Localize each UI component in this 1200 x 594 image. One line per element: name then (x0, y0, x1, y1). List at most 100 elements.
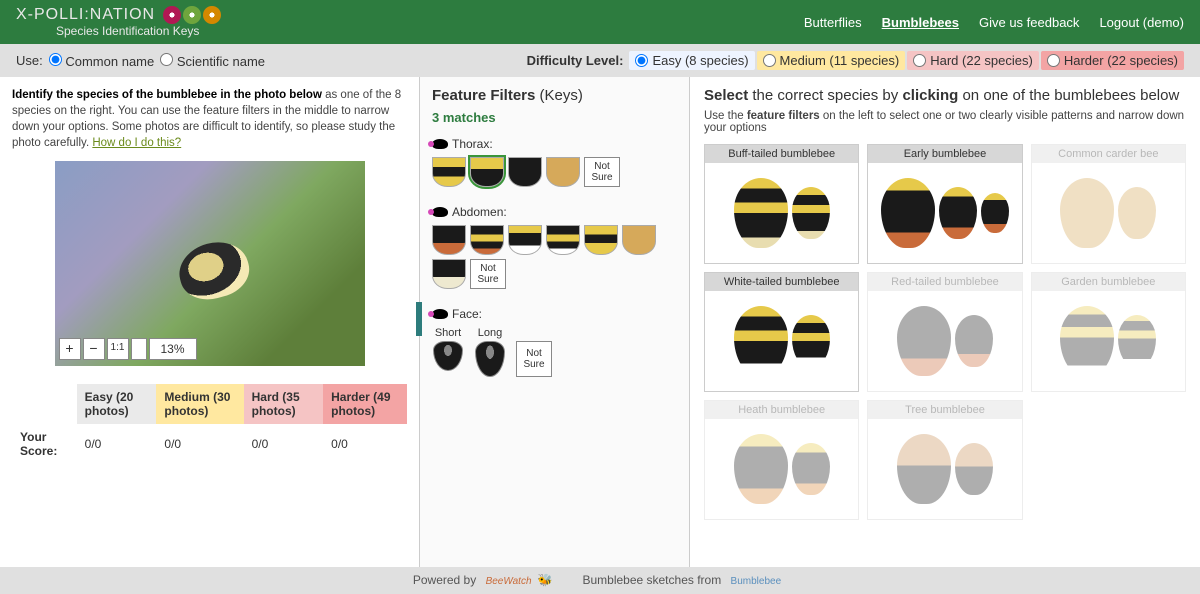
matches-count: 3 matches (432, 110, 677, 125)
bee-part-icon (432, 139, 448, 149)
species-title-m: the correct species by (748, 87, 902, 104)
use-common-radio[interactable] (49, 53, 62, 66)
species-card[interactable]: Red-tailed bumblebee (867, 272, 1022, 392)
zoom-box-button[interactable] (131, 338, 147, 360)
abdomen-swatch-4[interactable] (546, 225, 580, 255)
how-do-i-link[interactable]: How do I do this? (92, 137, 181, 149)
panel-drag-handle[interactable] (416, 302, 422, 336)
thorax-text: Thorax: (452, 137, 493, 151)
species-sub-b: feature filters (747, 110, 820, 122)
species-card[interactable]: Heath bumblebee (704, 400, 859, 520)
species-panel: Select the correct species by clicking o… (690, 77, 1200, 567)
top-strip: Use: Common name Scientific name Difficu… (0, 44, 1200, 77)
zoom-out-button[interactable]: − (83, 338, 105, 360)
bee-part-icon (432, 309, 448, 319)
zoom-fit-button[interactable]: 1:1 (107, 338, 129, 360)
ff-title-rest: (Keys) (535, 87, 583, 104)
abdomen-swatches: Not Sure (432, 225, 677, 289)
face-long-swatch[interactable] (475, 341, 505, 377)
abdomen-swatch-6[interactable] (622, 225, 656, 255)
species-name: Tree bumblebee (868, 401, 1021, 419)
species-card[interactable]: Tree bumblebee (867, 400, 1022, 520)
flower-icon (183, 6, 201, 24)
species-sub-pre: Use the (704, 110, 747, 122)
thorax-swatch-2[interactable] (470, 157, 504, 187)
species-card[interactable]: Common carder bee (1031, 144, 1186, 264)
thorax-swatches: Not Sure (432, 157, 677, 187)
difficulty-easy[interactable]: Easy (8 species) (629, 51, 754, 70)
nav-logout[interactable]: Logout (demo) (1099, 15, 1184, 30)
species-illustration (705, 163, 858, 263)
species-card[interactable]: White-tailed bumblebee (704, 272, 859, 392)
abdomen-filter-group: Abdomen: Not Sure (432, 205, 677, 289)
abdomen-swatch-3[interactable] (508, 225, 542, 255)
species-grid: Buff-tailed bumblebee Early bumblebee Comm… (704, 144, 1186, 520)
score-col-medium: Medium (30 photos) (156, 384, 243, 424)
species-card[interactable]: Garden bumblebee (1031, 272, 1186, 392)
abdomen-not-sure[interactable]: Not Sure (470, 259, 506, 289)
bee-illustration (955, 443, 993, 495)
species-name: Early bumblebee (868, 145, 1021, 163)
footer: Powered by BeeWatch🐝 Bumblebee sketches … (0, 567, 1200, 594)
ff-title-bold: Feature Filters (432, 87, 535, 104)
header-left: X-POLLI:NATION Species Identification Ke… (16, 6, 221, 38)
bee-illustration (881, 178, 935, 248)
nav-butterflies[interactable]: Butterflies (804, 15, 862, 30)
face-swatches: Short Long Not Sure (432, 327, 677, 377)
use-common-option[interactable]: Common name (49, 53, 155, 69)
species-illustration (705, 419, 858, 519)
score-col-hard: Hard (35 photos) (244, 384, 324, 424)
abdomen-swatch-5[interactable] (584, 225, 618, 255)
photo-wrap: + − 1:1 13% (55, 161, 365, 366)
thorax-swatch-1[interactable] (432, 157, 466, 187)
logo-icons (163, 6, 221, 24)
main-area: Identify the species of the bumblebee in… (0, 77, 1200, 567)
thorax-swatch-3[interactable] (508, 157, 542, 187)
abdomen-label: Abdomen: (432, 205, 677, 219)
thorax-not-sure[interactable]: Not Sure (584, 157, 620, 187)
score-col-harder: Harder (49 photos) (323, 384, 407, 424)
score-label: Your Score: (12, 424, 77, 464)
difficulty-medium[interactable]: Medium (11 species) (757, 51, 906, 70)
sketch-source-logo: Bumblebee (725, 575, 788, 588)
bee-icon (203, 6, 221, 24)
abdomen-text: Abdomen: (452, 205, 507, 219)
bee-illustration (1060, 178, 1114, 248)
face-not-sure[interactable]: Not Sure (516, 341, 552, 377)
species-name: Garden bumblebee (1032, 273, 1185, 291)
difficulty-block: Difficulty Level: Easy (8 species) Mediu… (527, 51, 1184, 70)
species-illustration (1032, 291, 1185, 391)
zoom-percent: 13% (149, 338, 197, 360)
header-nav: Butterflies Bumblebees Give us feedback … (804, 15, 1184, 30)
subtitle: Species Identification Keys (56, 24, 221, 38)
difficulty-hard[interactable]: Hard (22 species) (907, 51, 1039, 70)
thorax-swatch-4[interactable] (546, 157, 580, 187)
difficulty-easy-radio[interactable] (635, 54, 648, 67)
use-block: Use: Common name Scientific name (16, 53, 265, 69)
difficulty-medium-radio[interactable] (763, 54, 776, 67)
difficulty-harder-radio[interactable] (1047, 54, 1060, 67)
use-scientific-radio[interactable] (160, 53, 173, 66)
face-label: Face: (432, 307, 677, 321)
abdomen-swatch-2[interactable] (470, 225, 504, 255)
specimen-photo[interactable] (55, 161, 365, 366)
species-illustration (868, 291, 1021, 391)
powered-text: Powered by (413, 573, 476, 587)
nav-bumblebees[interactable]: Bumblebees (882, 15, 959, 30)
instructions-bold: Identify the species of the bumblebee in… (12, 89, 322, 101)
species-illustration (705, 291, 858, 391)
use-scientific-option[interactable]: Scientific name (160, 53, 265, 69)
bee-illustration (734, 178, 788, 248)
bee-illustration (981, 193, 1009, 233)
abdomen-swatch-1[interactable] (432, 225, 466, 255)
difficulty-hard-radio[interactable] (913, 54, 926, 67)
nav-feedback[interactable]: Give us feedback (979, 15, 1079, 30)
abdomen-swatch-7[interactable] (432, 259, 466, 289)
difficulty-harder[interactable]: Harder (22 species) (1041, 51, 1184, 70)
species-card[interactable]: Buff-tailed bumblebee (704, 144, 859, 264)
species-card[interactable]: Early bumblebee (867, 144, 1022, 264)
zoom-in-button[interactable]: + (59, 338, 81, 360)
face-short-swatch[interactable] (433, 341, 463, 371)
logo-row: X-POLLI:NATION (16, 6, 221, 24)
bee-illustration (897, 434, 951, 504)
